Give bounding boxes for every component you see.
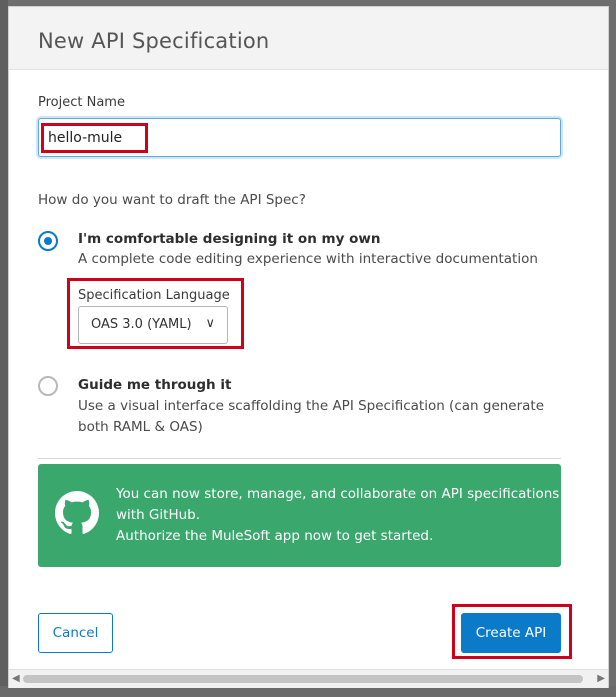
horizontal-scrollbar[interactable]: ◀ ▶ — [9, 669, 608, 688]
github-banner-line2: with GitHub. — [116, 507, 201, 523]
create-api-button[interactable]: Create API — [461, 613, 561, 653]
draft-question: How do you want to draft the API Spec? — [38, 192, 306, 208]
github-icon — [55, 491, 99, 534]
spec-language-label: Specification Language — [78, 288, 230, 303]
option-guide-me-description-line2: both RAML & OAS) — [78, 419, 203, 435]
radio-design-own[interactable] — [38, 231, 58, 251]
option-guide-me-description: Use a visual interface scaffolding the A… — [78, 396, 544, 438]
scrollbar-thumb[interactable] — [23, 675, 583, 683]
option-guide-me-description-line1: Use a visual interface scaffolding the A… — [78, 398, 545, 414]
dialog-header: New API Specification — [9, 7, 608, 70]
project-name-label: Project Name — [38, 95, 125, 110]
option-design-own-description: A complete code editing experience with … — [78, 251, 538, 267]
github-banner[interactable]: You can now store, manage, and collabora… — [38, 464, 561, 567]
divider — [38, 458, 561, 459]
scroll-right-icon[interactable]: ▶ — [597, 673, 605, 684]
chevron-down-icon: ∨ — [205, 316, 215, 331]
new-api-spec-dialog: New API Specification Project Name How d… — [8, 6, 609, 688]
spec-language-select[interactable]: OAS 3.0 (YAML) ∨ — [78, 306, 228, 344]
github-banner-text: You can now store, manage, and collabora… — [116, 484, 560, 547]
scroll-left-icon[interactable]: ◀ — [12, 673, 20, 684]
cancel-button[interactable]: Cancel — [38, 613, 113, 653]
github-banner-line3[interactable]: Authorize the MuleSoft app now to get st… — [116, 526, 546, 547]
dialog-title: New API Specification — [38, 29, 270, 53]
radio-guide-me[interactable] — [38, 376, 58, 396]
background-overlay — [0, 0, 8, 697]
project-name-input[interactable] — [38, 118, 561, 157]
option-guide-me-title[interactable]: Guide me through it — [78, 377, 231, 393]
option-design-own-title[interactable]: I'm comfortable designing it on my own — [78, 231, 380, 247]
spec-language-value: OAS 3.0 (YAML) — [91, 317, 192, 332]
github-banner-line1: You can now store, manage, and collabora… — [116, 486, 560, 502]
